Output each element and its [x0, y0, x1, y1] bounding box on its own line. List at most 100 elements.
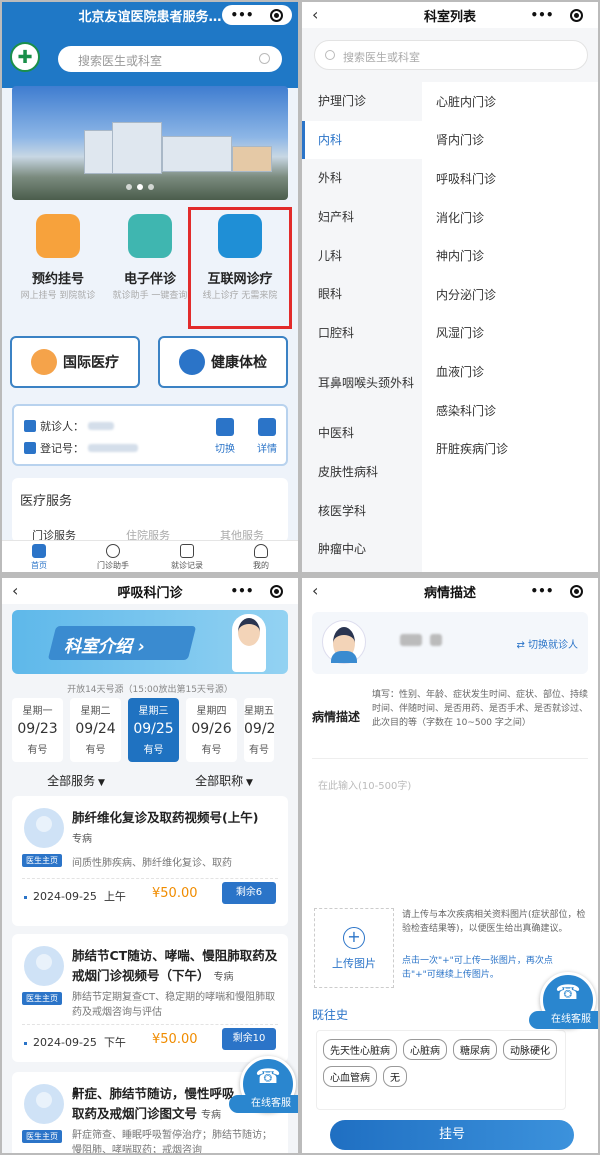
date-item[interactable]: 星期四 09/26 有号	[186, 698, 237, 762]
upload-image-button[interactable]: + 上传图片	[314, 908, 394, 988]
weekday: 星期三	[138, 706, 169, 717]
close-target-icon[interactable]	[570, 584, 584, 598]
online-service-label: 在线客服	[529, 1011, 598, 1029]
clinic-card[interactable]: 医生主页 肺纤维化复诊及取药视频号(上午) 专病 间质性肺疾病、肺纤维化复诊、取药…	[12, 796, 288, 926]
doctor-home-tag[interactable]: 医生主页	[22, 992, 62, 1005]
textarea-placeholder: 在此输入(10-500字)	[318, 781, 412, 792]
switch-button[interactable]: 切换	[210, 418, 240, 455]
page-title: 呼吸科门诊	[117, 585, 183, 601]
history-chip[interactable]: 糖尿病	[453, 1039, 497, 1060]
service-filter[interactable]: 全部服务	[47, 772, 105, 789]
category-item[interactable]: 护理门诊	[302, 82, 422, 121]
history-chip[interactable]: 先天性心脏病	[323, 1039, 397, 1060]
service-companion[interactable]: 电子伴诊 就诊助手 一键查询	[104, 208, 196, 303]
date-item[interactable]: 星期二 09/24 有号	[70, 698, 121, 762]
department-intro-banner[interactable]: 科室介绍 ›	[12, 610, 288, 674]
clinic-card[interactable]: 医生主页 肺结节CT随访、哮喘、慢阻肺取药及戒烟门诊视频号（下午） 专病 肺结节定…	[12, 934, 288, 1062]
capsule-menu[interactable]: •••	[222, 581, 292, 601]
register-button[interactable]: 挂号	[330, 1120, 574, 1150]
history-chip[interactable]: 无	[383, 1066, 407, 1087]
department-item[interactable]: 消化门诊	[422, 198, 598, 237]
category-item[interactable]: 外科	[302, 159, 422, 198]
reg-row: 登记号：	[24, 440, 138, 456]
history-label: 既往史	[312, 1008, 349, 1022]
globe-icon	[31, 349, 57, 375]
remaining-button[interactable]: 剩余10	[222, 1028, 276, 1050]
more-icon[interactable]: •••	[230, 584, 253, 598]
title-filter[interactable]: 全部职称	[195, 772, 253, 789]
service-desc: 网上挂号 到院就诊	[20, 291, 96, 301]
category-item[interactable]: 核医学科	[302, 491, 422, 530]
reg-number-blurred	[88, 444, 138, 452]
category-item[interactable]: 眼科	[302, 275, 422, 314]
page-title: 北京友谊医院患者服务…	[78, 9, 222, 25]
category-item[interactable]: 中医科	[302, 414, 422, 453]
highlight-box	[188, 207, 292, 329]
department-item[interactable]: 风湿门诊	[422, 314, 598, 353]
detail-button[interactable]: 详情	[252, 418, 282, 455]
tab-home[interactable]: 首页	[9, 541, 69, 572]
category-item[interactable]: 口腔科	[302, 314, 422, 353]
page-title: 科室列表	[423, 9, 476, 25]
history-chip[interactable]: 心脏病	[403, 1039, 447, 1060]
back-icon[interactable]: ‹	[12, 581, 18, 600]
history-chip[interactable]: 心血管病	[323, 1066, 377, 1087]
category-item[interactable]: 皮肤性病科	[302, 453, 422, 492]
online-service-button[interactable]: ☎ 在线客服	[229, 1056, 298, 1113]
doctor-home-tag[interactable]: 医生主页	[22, 1130, 62, 1143]
department-item[interactable]: 神内门诊	[422, 236, 598, 275]
date-item-selected[interactable]: 星期三 09/25 有号	[128, 698, 179, 762]
close-target-icon[interactable]	[270, 584, 284, 598]
switch-patient-button[interactable]: ⇄ 切换就诊人	[516, 636, 578, 651]
international-button[interactable]: 国际医疗	[10, 336, 140, 388]
category-item-selected[interactable]: 内科	[302, 120, 422, 160]
more-icon[interactable]: •••	[530, 8, 553, 22]
remaining-button[interactable]: 剩余6	[222, 882, 276, 904]
home-screen: 北京友谊医院患者服务… ••• ✚ 搜索医生或科室 预约挂号 网上挂号 到院就诊…	[2, 2, 298, 572]
carousel-dots[interactable]	[126, 184, 154, 190]
close-target-icon[interactable]	[570, 8, 584, 22]
more-icon[interactable]: •••	[530, 584, 553, 598]
online-service-button[interactable]: ☎ 在线客服	[529, 972, 598, 1029]
back-icon[interactable]: ‹	[312, 5, 318, 24]
history-chip[interactable]: 动脉硬化	[503, 1039, 557, 1060]
back-icon[interactable]: ‹	[312, 581, 318, 600]
checkup-button[interactable]: 健康体检	[158, 336, 288, 388]
department-item[interactable]: 内分泌门诊	[422, 275, 598, 314]
date-item[interactable]: 星期五 09/27 有号	[244, 698, 274, 762]
detail-label: 详情	[257, 444, 277, 455]
category-item[interactable]: 妇产科	[302, 198, 422, 237]
doctor-home-tag[interactable]: 医生主页	[22, 854, 62, 867]
department-item[interactable]: 血液门诊	[422, 352, 598, 391]
history-chips: 先天性心脏病 心脏病 糖尿病 动脉硬化 心血管病 无	[316, 1030, 566, 1110]
description-textarea[interactable]: 在此输入(10-500字)	[312, 758, 588, 898]
weekday: 星期二	[80, 706, 111, 717]
department-item[interactable]: 呼吸科门诊	[422, 159, 598, 198]
capsule-menu[interactable]: •••	[522, 581, 592, 601]
clinic-date: 2024-09-25	[33, 1036, 97, 1049]
search-input[interactable]: 搜索医生或科室	[314, 40, 588, 70]
service-appointment[interactable]: 预约挂号 网上挂号 到院就诊	[12, 208, 104, 303]
category-item[interactable]: 儿科	[302, 236, 422, 275]
capsule-menu[interactable]: •••	[522, 5, 592, 25]
tab-assistant[interactable]: 门诊助手	[83, 541, 143, 572]
tab-mine[interactable]: 我的	[231, 541, 291, 572]
capsule-menu[interactable]: •••	[222, 5, 292, 25]
category-item[interactable]: 肿瘤中心	[302, 530, 422, 569]
intro-title: 科室介绍 ›	[64, 637, 145, 657]
department-item[interactable]: 心脏内门诊	[422, 82, 598, 121]
visitor-name-blurred	[88, 422, 114, 430]
divider	[22, 878, 278, 879]
department-item[interactable]: 肝脏疾病门诊	[422, 429, 598, 468]
price: ¥50.00	[152, 1032, 198, 1047]
tab-records[interactable]: 就诊记录	[157, 541, 217, 572]
clinic-datetime: 2024-09-25 下午	[24, 1034, 126, 1050]
more-icon[interactable]: •••	[230, 8, 253, 22]
search-input[interactable]: 搜索医生或科室	[58, 46, 282, 72]
hospital-banner[interactable]	[12, 86, 288, 200]
category-item[interactable]: 耳鼻咽喉头颈外科	[302, 352, 422, 414]
date-item[interactable]: 星期一 09/23 有号	[12, 698, 63, 762]
department-item[interactable]: 感染科门诊	[422, 391, 598, 430]
department-item[interactable]: 肾内门诊	[422, 121, 598, 160]
close-target-icon[interactable]	[270, 8, 284, 22]
